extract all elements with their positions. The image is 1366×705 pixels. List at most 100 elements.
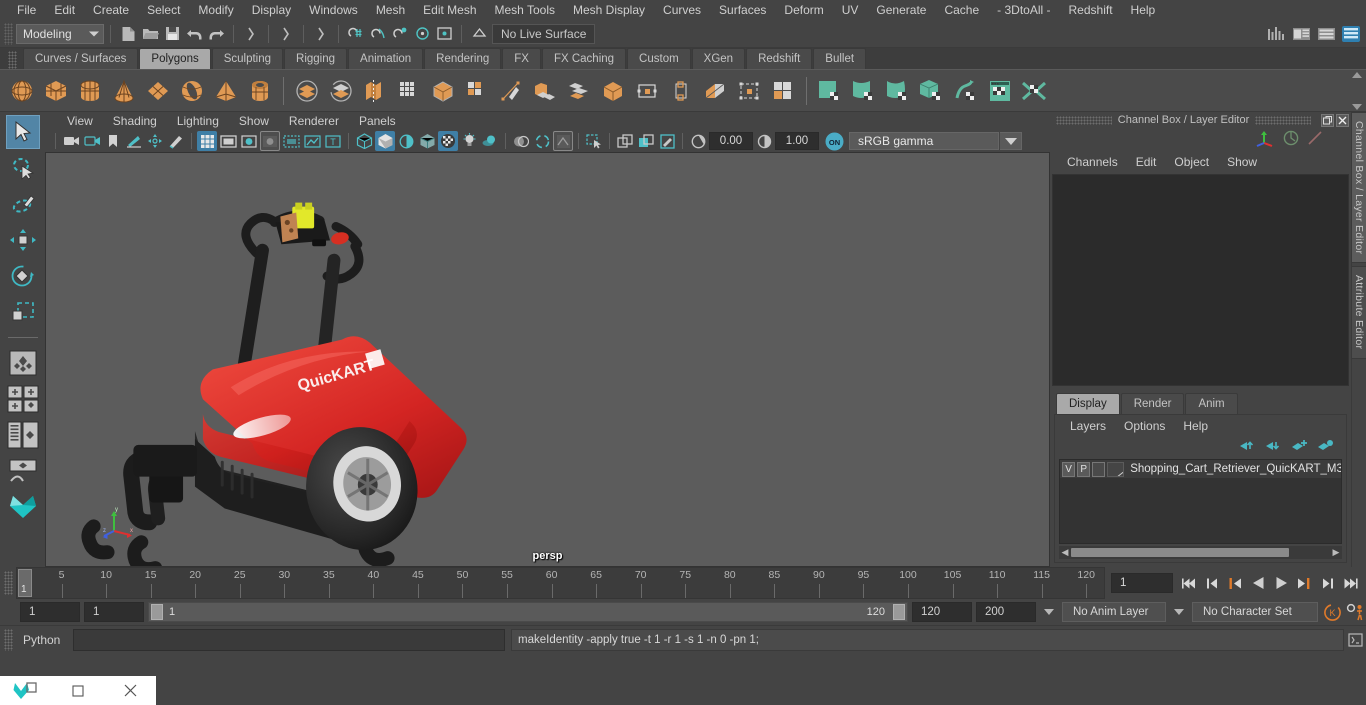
auto-keyframe-toggle[interactable]: K — [1322, 602, 1342, 622]
display-textures-icon[interactable]: T — [323, 131, 343, 151]
shelf-tab-bullet[interactable]: Bullet — [813, 48, 867, 69]
status-line-grip[interactable] — [4, 22, 13, 45]
time-slider-grip[interactable] — [4, 571, 13, 595]
shelf-tab-curves-surfaces[interactable]: Curves / Surfaces — [23, 48, 139, 69]
snap-to-point-icon[interactable] — [389, 23, 411, 45]
scrollbar-thumb[interactable] — [1071, 548, 1289, 557]
close-panel-icon[interactable] — [1336, 113, 1349, 127]
command-line-grip[interactable] — [4, 628, 13, 651]
viewport-menu-shading[interactable]: Shading — [103, 114, 167, 128]
undo-icon[interactable] — [183, 23, 205, 45]
shelf-scroll-down-icon[interactable] — [1352, 104, 1362, 110]
single-perspective-layout-button[interactable] — [6, 346, 40, 380]
live-surface-field[interactable]: No Live Surface — [492, 23, 596, 44]
transform-component-icon[interactable] — [733, 74, 765, 108]
go-to-start-button[interactable] — [1179, 573, 1199, 593]
color-space-field[interactable]: sRGB gamma — [849, 132, 999, 150]
show-tool-settings-icon[interactable] — [1315, 23, 1337, 45]
outliner-persp-layout-button[interactable] — [6, 418, 40, 452]
menu-item-cache[interactable]: Cache — [935, 0, 988, 20]
merge-icon[interactable] — [563, 74, 595, 108]
polygon-cube-icon[interactable] — [40, 74, 72, 108]
menu-item-edit-mesh[interactable]: Edit Mesh — [414, 0, 485, 20]
layer-menu-options[interactable]: Options — [1115, 419, 1174, 433]
shelf-tab-rigging[interactable]: Rigging — [284, 48, 348, 69]
uv-unfold-icon[interactable] — [1018, 74, 1050, 108]
menu-item-modify[interactable]: Modify — [189, 0, 242, 20]
persp-graph-layout-button[interactable] — [6, 454, 40, 488]
snap-to-grid-icon[interactable] — [345, 23, 367, 45]
layer-name-label[interactable]: Shopping_Cart_Retriever_QuicKART_M3_N — [1126, 463, 1341, 475]
shelf-tab-fx[interactable]: FX — [502, 48, 541, 69]
playback-start-time-field[interactable]: 1 — [84, 602, 144, 622]
selection-mask-component-icon[interactable] — [310, 23, 332, 45]
menu-item-select[interactable]: Select — [138, 0, 189, 20]
menu-item-display[interactable]: Display — [243, 0, 300, 20]
extract-icon[interactable] — [359, 74, 391, 108]
viewport-menu-panels[interactable]: Panels — [349, 114, 406, 128]
menu-item-curves[interactable]: Curves — [654, 0, 710, 20]
gate-mask-icon[interactable] — [260, 131, 280, 151]
animation-preferences-button[interactable] — [1346, 602, 1366, 622]
anim-layer-selector[interactable]: No Anim Layer — [1062, 602, 1166, 622]
menu-item-help[interactable]: Help — [1122, 0, 1165, 20]
viewport-menu-show[interactable]: Show — [229, 114, 279, 128]
menu-item-edit[interactable]: Edit — [45, 0, 84, 20]
gamma-icon[interactable] — [754, 131, 774, 151]
use-all-lights-icon[interactable] — [459, 131, 479, 151]
select-tool-button[interactable] — [5, 115, 40, 149]
shaded-wireframe-icon[interactable] — [396, 131, 416, 151]
menu-item-generate[interactable]: Generate — [867, 0, 935, 20]
new-layer-icon[interactable] — [1291, 439, 1308, 455]
snap-to-view-plane-icon[interactable] — [433, 23, 455, 45]
viewport-menu-lighting[interactable]: Lighting — [167, 114, 229, 128]
smooth-shade-all-icon[interactable] — [375, 131, 395, 151]
character-set-selector[interactable]: No Character Set — [1192, 602, 1318, 622]
anim-end-time-field[interactable]: 200 — [976, 602, 1036, 622]
multisample-antialias-icon[interactable] — [553, 131, 573, 151]
move-tool-button[interactable] — [6, 223, 40, 257]
select-camera-icon[interactable] — [61, 131, 81, 151]
exposure-icon[interactable] — [688, 131, 708, 151]
viewport-menu-renderer[interactable]: Renderer — [279, 114, 349, 128]
channel-box-content[interactable] — [1052, 174, 1349, 386]
smooth-icon[interactable] — [427, 74, 459, 108]
scroll-left-arrow-icon[interactable]: ◀ — [1059, 547, 1071, 558]
display-selected-icon[interactable] — [615, 131, 635, 151]
new-layer-from-selected-icon[interactable] — [1317, 439, 1334, 455]
resolution-gate-icon[interactable] — [239, 131, 259, 151]
motion-blur-icon[interactable] — [532, 131, 552, 151]
menu-set-selector[interactable]: Modeling — [16, 23, 104, 44]
xray-icon[interactable] — [281, 131, 301, 151]
menu-item-uv[interactable]: UV — [833, 0, 868, 20]
range-right-handle[interactable] — [893, 604, 905, 620]
menu-item-windows[interactable]: Windows — [300, 0, 367, 20]
side-tab-attribute-editor[interactable]: Attribute Editor — [1351, 266, 1366, 359]
menu-item-surfaces[interactable]: Surfaces — [710, 0, 775, 20]
camera-attributes-icon[interactable] — [82, 131, 102, 151]
layer-playback-toggle[interactable]: P — [1077, 461, 1091, 477]
selection-mask-object-icon[interactable] — [275, 23, 297, 45]
color-management-toggle-icon[interactable]: ON — [824, 131, 844, 151]
shelf-tab-redshift[interactable]: Redshift — [746, 48, 813, 69]
command-input-field[interactable] — [73, 628, 505, 651]
channel-menu-edit[interactable]: Edit — [1127, 155, 1166, 169]
selection-mask-hierarchy-icon[interactable] — [240, 23, 262, 45]
menu-item-mesh-tools[interactable]: Mesh Tools — [486, 0, 564, 20]
polygon-plane-icon[interactable] — [142, 74, 174, 108]
two-dimensional-pan-zoom-icon[interactable] — [145, 131, 165, 151]
bevel-icon[interactable] — [461, 74, 493, 108]
rotate-tool-button[interactable] — [6, 259, 40, 293]
texture-display-toggle-icon[interactable] — [438, 131, 458, 151]
animation-curve-icon[interactable] — [1307, 130, 1323, 149]
layer-visibility-toggle[interactable]: V — [1062, 461, 1076, 477]
uv-cylindrical-map-icon[interactable] — [848, 74, 880, 108]
polygon-torus-icon[interactable] — [176, 74, 208, 108]
maya-taskbar-icon[interactable] — [0, 676, 52, 705]
show-channel-box-icon[interactable] — [1340, 23, 1362, 45]
step-back-frame-button[interactable] — [1225, 573, 1245, 593]
detach-icon[interactable] — [699, 74, 731, 108]
shelf-scroll-up-icon[interactable] — [1352, 72, 1362, 78]
color-space-dropdown-icon[interactable] — [1000, 132, 1022, 150]
channel-menu-show[interactable]: Show — [1218, 155, 1266, 169]
